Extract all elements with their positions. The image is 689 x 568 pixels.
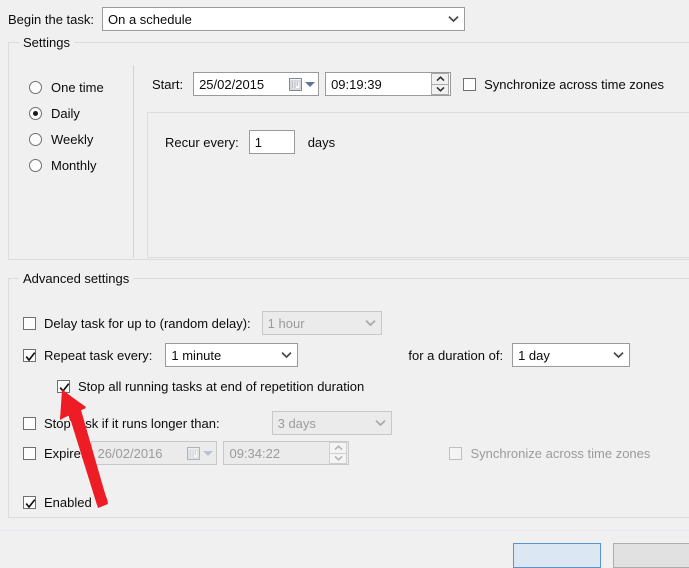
checkbox-label: Stop all running tasks at end of repetit… [78, 379, 365, 394]
recur-every-unit-label: days [307, 134, 336, 150]
schedule-type-radiogroup: One time Daily Weekly Monthly [29, 80, 104, 184]
spinner-down-icon [329, 452, 348, 464]
checkbox-label: Enabled [44, 495, 92, 510]
radio-label: Weekly [51, 132, 94, 147]
chevron-down-icon [610, 344, 627, 366]
radio-daily[interactable]: Daily [29, 106, 104, 121]
checkbox-label: Repeat task every: [44, 347, 153, 363]
repeat-interval-combobox[interactable]: 1 minute [165, 343, 299, 367]
checkbox-label: Synchronize across time zones [470, 445, 651, 461]
check-mark-icon [59, 381, 70, 396]
expire-checkbox[interactable]: Expire: [23, 446, 84, 461]
stop-if-longer-value: 3 days [277, 415, 316, 431]
radio-label: Monthly [51, 158, 97, 173]
expire-date-picker: 26/02/2016 [91, 441, 218, 465]
delay-task-duration-combobox: 1 hour [261, 311, 382, 335]
checkbox-indicator [463, 77, 477, 91]
stop-if-longer-checkbox[interactable]: Stop task if it runs longer than: [23, 416, 220, 431]
checkbox-indicator [57, 380, 70, 393]
duration-label: for a duration of: [408, 347, 504, 363]
radio-weekly[interactable]: Weekly [29, 132, 104, 147]
radio-label: Daily [51, 106, 80, 121]
expire-date-value: 26/02/2016 [97, 445, 163, 461]
recur-every-input[interactable]: 1 [248, 130, 295, 154]
radio-indicator [29, 159, 42, 172]
recur-every-label: Recur every: [165, 134, 239, 150]
start-sync-timezones-checkbox[interactable]: Synchronize across time zones [463, 77, 664, 92]
checkbox-indicator [23, 348, 36, 365]
begin-task-combobox[interactable]: On a schedule [102, 7, 465, 31]
advanced-settings-group-label: Advanced settings [19, 271, 134, 286]
spinner-up-icon[interactable] [431, 73, 450, 84]
begin-task-label: Begin the task: [8, 11, 94, 27]
recurrence-panel: Recur every: 1 days [147, 112, 689, 258]
repeat-duration-combobox[interactable]: 1 day [512, 343, 631, 367]
checkbox-indicator [23, 416, 36, 430]
date-dropdown-triangle-icon[interactable] [305, 81, 316, 87]
begin-task-value: On a schedule [108, 11, 192, 27]
repeat-task-checkbox[interactable]: Repeat task every: [23, 348, 152, 363]
expire-sync-timezones-checkbox: Synchronize across time zones [449, 446, 650, 461]
checkbox-indicator [449, 446, 463, 460]
spinner-up-icon [329, 442, 348, 453]
calendar-icon [289, 77, 303, 91]
date-dropdown-triangle-icon [203, 450, 214, 456]
delay-task-checkbox[interactable]: Delay task for up to (random delay): [23, 316, 251, 331]
chevron-down-icon [362, 312, 379, 334]
start-date-picker[interactable]: 25/02/2015 [193, 72, 320, 96]
spinner-down-icon[interactable] [431, 83, 450, 95]
expire-time-field: 09:34:22 [223, 441, 350, 465]
checkbox-label: Delay task for up to (random delay): [44, 315, 251, 331]
chevron-down-icon [445, 8, 462, 30]
start-time-spinner[interactable] [431, 73, 450, 95]
radio-indicator [29, 107, 42, 120]
delay-task-duration-value: 1 hour [267, 315, 305, 331]
expire-row: Expire: 26/02/2016 09:34:22 Synchronize … [23, 441, 650, 465]
expire-time-value: 09:34:22 [229, 445, 281, 461]
ok-button[interactable] [513, 543, 601, 568]
dialog-button-bar [0, 530, 689, 568]
radio-one-time[interactable]: One time [29, 80, 104, 95]
begin-task-row: Begin the task: On a schedule [8, 7, 465, 31]
settings-divider [133, 65, 134, 258]
enabled-checkbox[interactable]: Enabled [23, 495, 92, 510]
checkbox-label: Stop task if it runs longer than: [44, 415, 220, 431]
start-row: Start: 25/02/2015 09:19:39 Synchronize a… [152, 72, 664, 96]
checkbox-indicator [23, 496, 36, 509]
chevron-down-icon [278, 344, 295, 366]
settings-group-label: Settings [19, 35, 74, 50]
start-date-value: 25/02/2015 [199, 76, 265, 92]
radio-indicator [29, 133, 42, 146]
delay-task-row: Delay task for up to (random delay): 1 h… [23, 311, 382, 335]
calendar-icon [187, 446, 201, 460]
repeat-interval-value: 1 minute [171, 347, 222, 363]
radio-selected-dot [33, 111, 38, 116]
stop-if-longer-row: Stop task if it runs longer than: 3 days [23, 411, 392, 435]
start-time-value: 09:19:39 [331, 76, 382, 92]
checkbox-indicator [23, 316, 36, 330]
radio-label: One time [51, 80, 104, 95]
recur-every-value: 1 [254, 134, 262, 150]
start-label: Start: [152, 76, 184, 92]
checkbox-indicator [23, 446, 36, 460]
stop-if-longer-combobox: 3 days [271, 411, 392, 435]
radio-indicator [29, 81, 42, 94]
start-time-field[interactable]: 09:19:39 [325, 72, 452, 96]
repeat-task-row: Repeat task every: 1 minute for a durati… [23, 343, 631, 367]
checkbox-label: Expire: [44, 445, 85, 461]
checkbox-label: Synchronize across time zones [484, 76, 664, 92]
stop-all-running-tasks-checkbox[interactable]: Stop all running tasks at end of repetit… [57, 379, 364, 394]
radio-monthly[interactable]: Monthly [29, 158, 104, 173]
expire-time-spinner [329, 442, 348, 464]
check-mark-icon [25, 497, 36, 512]
check-mark-icon [25, 350, 36, 365]
cancel-button[interactable] [613, 543, 689, 568]
chevron-down-icon [372, 412, 389, 434]
recur-every-row: Recur every: 1 days [165, 130, 335, 154]
repeat-duration-value: 1 day [518, 347, 550, 363]
